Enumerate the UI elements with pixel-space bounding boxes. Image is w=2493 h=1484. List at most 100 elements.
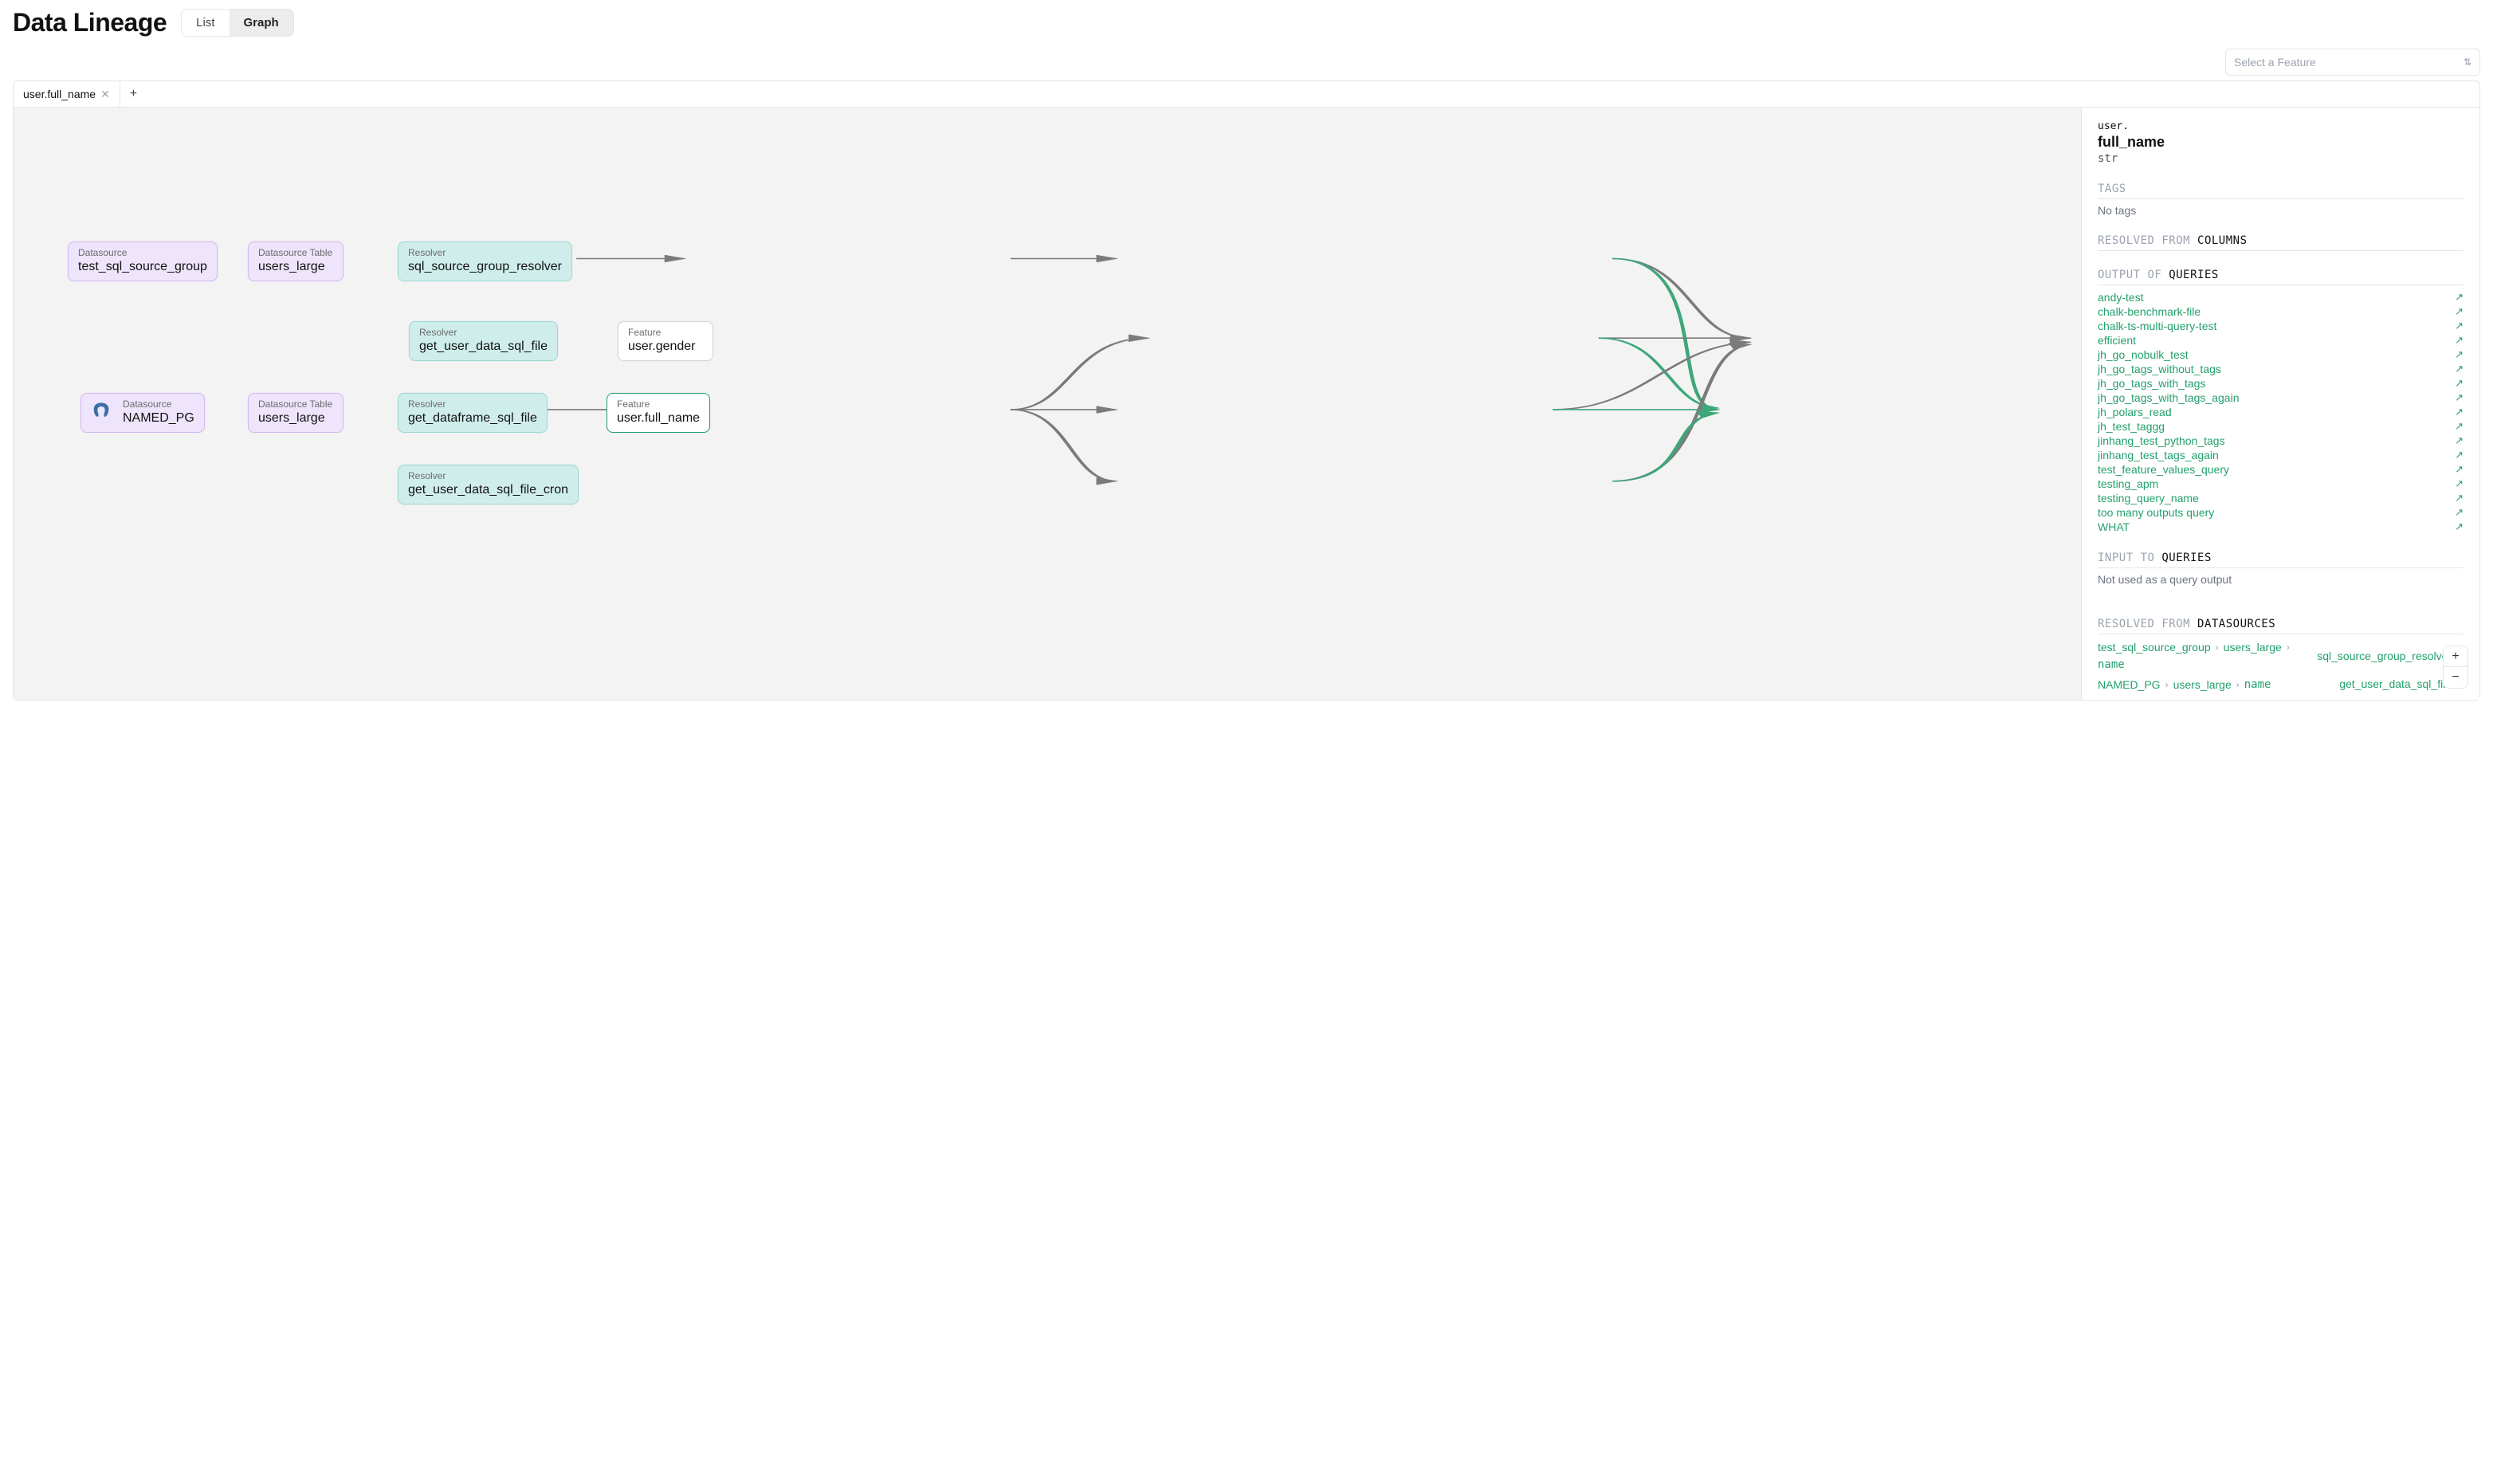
- tab-user-full-name[interactable]: user.full_name ✕: [14, 81, 120, 107]
- external-link-icon[interactable]: ↗: [2455, 463, 2464, 476]
- external-link-icon[interactable]: ↗: [2455, 377, 2464, 390]
- chevron-right-icon: ›: [2165, 699, 2169, 701]
- query-row: efficient ↗: [2098, 333, 2464, 347]
- node-label: test_sql_source_group: [78, 260, 207, 274]
- query-row: jh_polars_read ↗: [2098, 405, 2464, 419]
- view-list-button[interactable]: List: [182, 10, 229, 36]
- datasource-row: NAMED_PG›users_large›nameget_dataframe_s…: [2098, 697, 2464, 700]
- external-link-icon[interactable]: ↗: [2455, 449, 2464, 461]
- query-link[interactable]: andy-test: [2098, 291, 2144, 304]
- query-link[interactable]: jh_go_nobulk_test: [2098, 348, 2189, 361]
- tab-bar: user.full_name ✕ +: [13, 80, 2480, 107]
- node-resolver-get-user-data-sql-file[interactable]: Resolver get_user_data_sql_file: [409, 321, 558, 361]
- query-row: test_feature_values_query ↗: [2098, 462, 2464, 477]
- chevron-right-icon: ›: [2287, 642, 2290, 653]
- lineage-canvas[interactable]: Datasource test_sql_source_group Datasou…: [14, 108, 2081, 700]
- datasource-path[interactable]: test_sql_source_group›users_large›name: [2098, 641, 2309, 671]
- query-link[interactable]: jh_go_tags_with_tags: [2098, 377, 2205, 390]
- external-link-icon[interactable]: ↗: [2455, 477, 2464, 490]
- node-label: get_user_data_sql_file_cron: [408, 483, 568, 497]
- external-link-icon[interactable]: ↗: [2455, 420, 2464, 433]
- node-datasource-named-pg[interactable]: Datasource NAMED_PG: [80, 393, 205, 433]
- query-link[interactable]: jh_test_taggg: [2098, 420, 2165, 433]
- external-link-icon[interactable]: ↗: [2455, 305, 2464, 318]
- datasource-resolver[interactable]: sql_source_group_resolver↗: [2317, 650, 2464, 663]
- query-link[interactable]: jh_go_tags_with_tags_again: [2098, 391, 2239, 404]
- node-kicker: Datasource: [78, 247, 207, 258]
- zoom-controls: + −: [2443, 646, 2468, 689]
- add-tab-button[interactable]: +: [120, 81, 147, 107]
- datasource-row: NAMED_PG›users_large›nameget_user_data_s…: [2098, 677, 2464, 691]
- external-link-icon[interactable]: ↗: [2455, 434, 2464, 447]
- external-link-icon[interactable]: ↗: [2455, 334, 2464, 347]
- node-kicker: Resolver: [408, 470, 568, 481]
- datasource-path[interactable]: NAMED_PG›users_large›name: [2098, 678, 2271, 691]
- chevron-right-icon: ›: [2236, 679, 2240, 690]
- node-feature-user-full-name[interactable]: Feature user.full_name: [607, 393, 710, 433]
- query-link[interactable]: too many outputs query: [2098, 506, 2214, 519]
- datasource-row: test_sql_source_group›users_large›namesq…: [2098, 641, 2464, 671]
- node-feature-user-gender[interactable]: Feature user.gender: [618, 321, 713, 361]
- query-link[interactable]: chalk-benchmark-file: [2098, 305, 2201, 318]
- column-name: name: [2098, 658, 2125, 671]
- query-link[interactable]: jh_polars_read: [2098, 406, 2172, 418]
- node-label: get_dataframe_sql_file: [408, 411, 537, 426]
- node-label: sql_source_group_resolver: [408, 260, 562, 274]
- external-link-icon[interactable]: ↗: [2455, 348, 2464, 361]
- node-kicker: Resolver: [408, 247, 562, 258]
- query-link[interactable]: WHAT: [2098, 520, 2130, 533]
- query-link[interactable]: testing_query_name: [2098, 492, 2199, 504]
- node-table-users-large-2[interactable]: Datasource Table users_large: [248, 393, 344, 433]
- external-link-icon[interactable]: ↗: [2455, 492, 2464, 504]
- feature-namespace: user.: [2098, 120, 2464, 132]
- external-link-icon[interactable]: ↗: [2455, 363, 2464, 375]
- input-queries-empty: Not used as a query output: [2098, 573, 2464, 586]
- path-segment: users_large: [2173, 698, 2232, 701]
- feature-select[interactable]: Select a Feature ⇅: [2225, 49, 2480, 76]
- query-link[interactable]: jinhang_test_tags_again: [2098, 449, 2219, 461]
- node-resolver-get-dataframe-sql-file[interactable]: Resolver get_dataframe_sql_file: [398, 393, 548, 433]
- node-kicker: Feature: [628, 327, 703, 338]
- query-link[interactable]: test_feature_values_query: [2098, 463, 2229, 476]
- external-link-icon[interactable]: ↗: [2455, 520, 2464, 533]
- view-graph-button[interactable]: Graph: [230, 10, 293, 36]
- path-segment: NAMED_PG: [2098, 698, 2161, 701]
- feature-type: str: [2098, 152, 2464, 165]
- node-label: NAMED_PG: [123, 411, 194, 426]
- tab-label: user.full_name: [23, 88, 96, 100]
- section-tags: TAGS: [2098, 183, 2464, 199]
- query-link[interactable]: jh_go_tags_without_tags: [2098, 363, 2221, 375]
- resolver-name: get_user_data_sql_file: [2339, 677, 2452, 690]
- zoom-in-button[interactable]: +: [2444, 646, 2467, 667]
- chevron-right-icon: ›: [2236, 699, 2240, 701]
- node-label: users_large: [258, 260, 333, 274]
- node-table-users-large-1[interactable]: Datasource Table users_large: [248, 241, 344, 281]
- chevron-right-icon: ›: [2216, 642, 2219, 653]
- datasource-resolver[interactable]: get_dataframe_sql_file↗: [2338, 697, 2464, 700]
- external-link-icon[interactable]: ↗: [2455, 698, 2464, 700]
- datasource-path[interactable]: NAMED_PG›users_large›name: [2098, 698, 2271, 701]
- page-title: Data Lineage: [13, 8, 167, 37]
- zoom-out-button[interactable]: −: [2444, 667, 2467, 688]
- query-link[interactable]: efficient: [2098, 334, 2136, 347]
- query-link[interactable]: testing_apm: [2098, 477, 2158, 490]
- query-row: chalk-ts-multi-query-test ↗: [2098, 319, 2464, 333]
- node-resolver-sql-source-group[interactable]: Resolver sql_source_group_resolver: [398, 241, 572, 281]
- query-link[interactable]: jinhang_test_python_tags: [2098, 434, 2225, 447]
- external-link-icon[interactable]: ↗: [2455, 506, 2464, 519]
- external-link-icon[interactable]: ↗: [2455, 406, 2464, 418]
- external-link-icon[interactable]: ↗: [2455, 291, 2464, 304]
- close-icon[interactable]: ✕: [100, 88, 110, 100]
- query-row: andy-test ↗: [2098, 290, 2464, 304]
- path-segment: users_large: [2173, 678, 2232, 691]
- resolver-name: sql_source_group_resolver: [2317, 650, 2452, 662]
- external-link-icon[interactable]: ↗: [2455, 391, 2464, 404]
- query-link[interactable]: chalk-ts-multi-query-test: [2098, 320, 2216, 332]
- node-datasource-test-sql-source-group[interactable]: Datasource test_sql_source_group: [68, 241, 218, 281]
- query-row: too many outputs query ↗: [2098, 505, 2464, 520]
- node-resolver-get-user-data-sql-file-cron[interactable]: Resolver get_user_data_sql_file_cron: [398, 465, 579, 504]
- node-label: user.gender: [628, 340, 703, 354]
- external-link-icon[interactable]: ↗: [2455, 320, 2464, 332]
- query-row: jinhang_test_python_tags ↗: [2098, 434, 2464, 448]
- detail-sidebar: user. full_name str TAGS No tags RESOLVE…: [2081, 108, 2479, 700]
